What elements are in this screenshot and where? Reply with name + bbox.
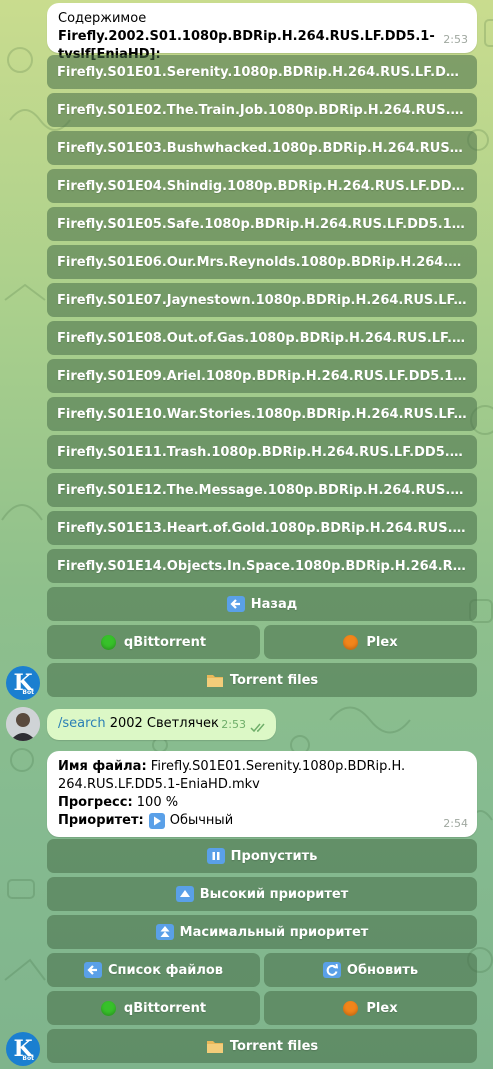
folder-icon	[206, 1041, 223, 1053]
episode-label: Firefly.S01E11.Trash.1080p.BDRip.H.264.R…	[57, 444, 477, 460]
file-name-value-1: Firefly.S01E01.Serenity.1080p.BDRip.H.	[146, 759, 406, 774]
episode-label: Firefly.S01E14.Objects.In.Space.1080p.BD…	[57, 558, 477, 574]
episode-button[interactable]: Firefly.S01E05.Safe.1080p.BDRip.H.264.RU…	[47, 207, 477, 241]
read-checkmarks-icon	[250, 723, 265, 733]
plex-button[interactable]: Plex	[264, 625, 477, 659]
episode-label: Firefly.S01E05.Safe.1080p.BDRip.H.264.RU…	[57, 216, 477, 232]
episode-button[interactable]: Firefly.S01E02.The.Train.Job.1080p.BDRip…	[47, 93, 477, 127]
folder-icon	[206, 675, 223, 687]
episode-button[interactable]: Firefly.S01E11.Trash.1080p.BDRip.H.264.R…	[47, 435, 477, 469]
torrent-files-button[interactable]: Torrent files	[47, 1029, 477, 1063]
play-icon	[148, 813, 165, 829]
double-up-arrow-icon	[155, 924, 174, 940]
plex-button[interactable]: Plex	[264, 991, 477, 1025]
search-query: 2002 Светлячек	[105, 716, 219, 731]
episode-label: Firefly.S01E08.Out.of.Gas.1080p.BDRip.H.…	[57, 330, 477, 346]
episode-label: Firefly.S01E10.War.Stories.1080p.BDRip.H…	[57, 406, 477, 422]
folder-contents-message: Содержимое Firefly.2002.S01.1080p.BDRip.…	[47, 3, 477, 62]
torrent-files-label: Torrent files	[229, 672, 319, 688]
refresh-label: Обновить	[346, 962, 419, 978]
episode-label: Firefly.S01E09.Ariel.1080p.BDRip.H.264.R…	[57, 368, 477, 384]
priority-label: Приоритет:	[58, 813, 144, 828]
outgoing-search-message: /search 2002 Светлячек 2:53	[47, 709, 276, 740]
torrent-files-label: Torrent files	[229, 1038, 319, 1054]
green-circle-icon	[100, 1000, 116, 1016]
green-circle-icon	[100, 634, 116, 650]
qbittorrent-button[interactable]: qBittorrent	[47, 625, 260, 659]
pause-icon	[206, 848, 225, 864]
file-name-row: Имя файла: Firefly.S01E01.Serenity.1080p…	[58, 758, 466, 794]
priority-row: Приоритет: Обычный	[58, 812, 466, 830]
user-avatar[interactable]	[6, 707, 40, 741]
max-priority-label: Масимальный приоритет	[179, 924, 369, 940]
qbittorrent-button[interactable]: qBittorrent	[47, 991, 260, 1025]
episode-label: Firefly.S01E01.Serenity.1080p.BDRip.H.26…	[57, 64, 477, 80]
progress-row: Прогресс: 100 %	[58, 794, 466, 812]
episode-label: Firefly.S01E03.Bushwhacked.1080p.BDRip.H…	[57, 140, 477, 156]
refresh-icon	[322, 962, 341, 978]
episode-label: Firefly.S01E02.The.Train.Job.1080p.BDRip…	[57, 102, 477, 118]
episode-button[interactable]: Firefly.S01E09.Ariel.1080p.BDRip.H.264.R…	[47, 359, 477, 393]
episode-label: Firefly.S01E07.Jaynestown.1080p.BDRip.H.…	[57, 292, 477, 308]
episode-button[interactable]: Firefly.S01E12.The.Message.1080p.BDRip.H…	[47, 473, 477, 507]
message-time: 2:53	[443, 33, 468, 46]
skip-button[interactable]: Пропустить	[47, 839, 477, 873]
max-priority-button[interactable]: Масимальный приоритет	[47, 915, 477, 949]
file-name-value-2: 264.RUS.LF.DD5.1-EniaHD.mkv	[58, 777, 260, 792]
plex-label: Plex	[366, 1000, 398, 1016]
plex-label: Plex	[366, 634, 398, 650]
message-time: 2:53	[221, 718, 246, 731]
episode-button[interactable]: Firefly.S01E03.Bushwhacked.1080p.BDRip.H…	[47, 131, 477, 165]
back-label: Назад	[250, 596, 298, 612]
search-command-link[interactable]: /search	[58, 716, 106, 731]
back-arrow-icon	[226, 596, 245, 612]
folder-name-line1: Firefly.2002.S01.1080p.BDRip.H.264.RUS.L…	[58, 29, 435, 44]
file-name-label: Имя файла:	[58, 759, 147, 774]
orange-circle-icon	[343, 1000, 359, 1016]
qbittorrent-label: qBittorrent	[123, 634, 207, 650]
qbittorrent-label: qBittorrent	[123, 1000, 207, 1016]
episode-label: Firefly.S01E12.The.Message.1080p.BDRip.H…	[57, 482, 477, 498]
bot-avatar[interactable]: K Bot	[6, 1032, 40, 1066]
bot-avatar-sub: Bot	[22, 689, 34, 696]
episode-button[interactable]: Firefly.S01E08.Out.of.Gas.1080p.BDRip.H.…	[47, 321, 477, 355]
episode-label: Firefly.S01E06.Our.Mrs.Reynolds.1080p.BD…	[57, 254, 477, 270]
file-list-button[interactable]: Список файлов	[47, 953, 260, 987]
bot-avatar[interactable]: K Bot	[6, 666, 40, 700]
refresh-button[interactable]: Обновить	[264, 953, 477, 987]
file-info-message: Имя файла: Firefly.S01E01.Serenity.1080p…	[47, 751, 477, 837]
high-priority-button[interactable]: Высокий приоритет	[47, 877, 477, 911]
progress-value: 100 %	[132, 795, 179, 810]
up-arrow-icon	[175, 886, 194, 902]
torrent-files-button[interactable]: Torrent files	[47, 663, 477, 697]
episode-button[interactable]: Firefly.S01E13.Heart.of.Gold.1080p.BDRip…	[47, 511, 477, 545]
episode-label: Firefly.S01E13.Heart.of.Gold.1080p.BDRip…	[57, 520, 477, 536]
high-priority-label: Высокий приоритет	[199, 886, 349, 902]
episode-button[interactable]: Firefly.S01E01.Serenity.1080p.BDRip.H.26…	[47, 55, 477, 89]
user-photo-icon	[6, 707, 40, 741]
back-button[interactable]: Назад	[47, 587, 477, 621]
episode-button[interactable]: Firefly.S01E04.Shindig.1080p.BDRip.H.264…	[47, 169, 477, 203]
episode-label: Firefly.S01E04.Shindig.1080p.BDRip.H.264…	[57, 178, 477, 194]
priority-value: Обычный	[169, 813, 234, 828]
episode-button[interactable]: Firefly.S01E10.War.Stories.1080p.BDRip.H…	[47, 397, 477, 431]
file-list-label: Список файлов	[107, 962, 224, 978]
message-prefix: Содержимое	[58, 11, 147, 26]
episode-button[interactable]: Firefly.S01E07.Jaynestown.1080p.BDRip.H.…	[47, 283, 477, 317]
message-time: 2:54	[443, 817, 468, 830]
bot-avatar-sub: Bot	[22, 1055, 34, 1062]
back-arrow-icon	[83, 962, 102, 978]
orange-circle-icon	[343, 634, 359, 650]
progress-label: Прогресс:	[58, 795, 133, 810]
episode-button[interactable]: Firefly.S01E14.Objects.In.Space.1080p.BD…	[47, 549, 477, 583]
episode-button[interactable]: Firefly.S01E06.Our.Mrs.Reynolds.1080p.BD…	[47, 245, 477, 279]
skip-label: Пропустить	[230, 848, 318, 864]
